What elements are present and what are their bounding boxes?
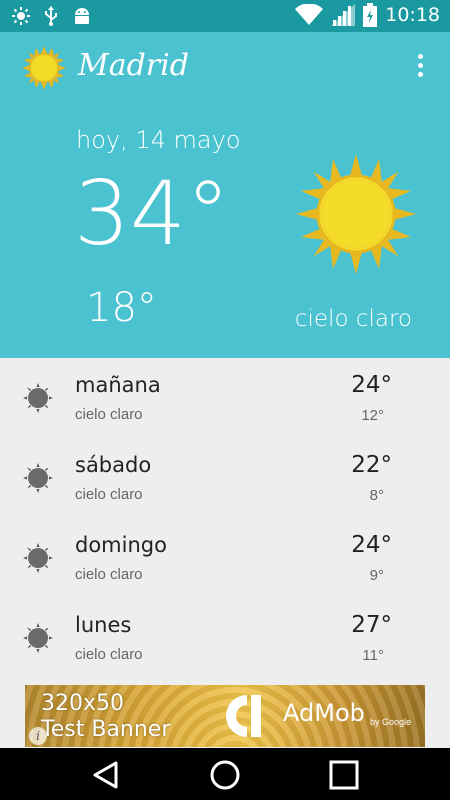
sun-icon (23, 623, 53, 653)
list-item[interactable]: lunes cielo claro 27° 11° (0, 598, 450, 678)
back-icon[interactable] (90, 759, 122, 791)
today-panel: Madrid hoy, 14 mayo 34° 18° cielo claro (0, 32, 450, 358)
usb-icon (45, 6, 57, 26)
forecast-list: mañana cielo claro 24° 12° sábado cielo … (0, 358, 450, 678)
list-item[interactable]: sábado cielo claro 22° 8° (0, 438, 450, 518)
admob-logo-icon (226, 695, 261, 737)
forecast-condition: cielo claro (75, 486, 143, 503)
forecast-condition: cielo claro (75, 406, 143, 423)
wifi-icon (295, 4, 324, 25)
forecast-day: lunes (75, 613, 132, 637)
signal-icon (331, 4, 356, 26)
sun-icon (22, 46, 66, 90)
overflow-menu-icon[interactable] (408, 54, 432, 82)
app-bar: Madrid (0, 32, 450, 104)
today-condition: cielo claro (294, 306, 412, 332)
list-item[interactable]: domingo cielo claro 24° 9° (0, 518, 450, 598)
home-icon[interactable] (209, 759, 241, 791)
battery-icon (363, 3, 378, 27)
forecast-high: 24° (351, 532, 392, 558)
sun-icon (23, 383, 53, 413)
ad-title: Test Banner (41, 717, 171, 742)
today-date: hoy, 14 mayo (76, 126, 241, 154)
list-item[interactable]: mañana cielo claro 24° 12° (0, 358, 450, 438)
ad-brand: AdMob (283, 699, 365, 727)
today-low-temp: 18° (86, 285, 157, 331)
brightness-icon (12, 7, 30, 25)
forecast-day: domingo (75, 533, 167, 557)
clock: 10:18 (385, 4, 440, 26)
forecast-condition: cielo claro (75, 566, 143, 583)
android-icon (75, 8, 89, 24)
forecast-day: mañana (75, 373, 161, 397)
forecast-low: 8° (369, 487, 384, 504)
forecast-high: 22° (351, 452, 392, 478)
today-high-temp: 34° (74, 162, 230, 265)
sun-icon (23, 463, 53, 493)
forecast-day: sábado (75, 453, 152, 477)
ad-size-label: 320x50 (41, 691, 125, 716)
forecast-low: 12° (361, 407, 384, 424)
forecast-high: 24° (351, 372, 392, 398)
forecast-low: 11° (362, 647, 384, 664)
recents-icon[interactable] (328, 759, 360, 791)
forecast-condition: cielo claro (75, 646, 143, 663)
status-bar: 10:18 (0, 0, 450, 32)
sun-icon (296, 154, 416, 274)
navigation-bar (0, 748, 450, 800)
ad-by-google: by Google (370, 717, 412, 727)
forecast-high: 27° (351, 612, 392, 638)
ad-banner[interactable]: 320x50 Test Banner i AdMob by Google (25, 685, 425, 747)
ad-info-icon[interactable]: i (29, 727, 47, 745)
city-title: Madrid (78, 48, 189, 83)
forecast-low: 9° (369, 567, 384, 584)
sun-icon (23, 543, 53, 573)
